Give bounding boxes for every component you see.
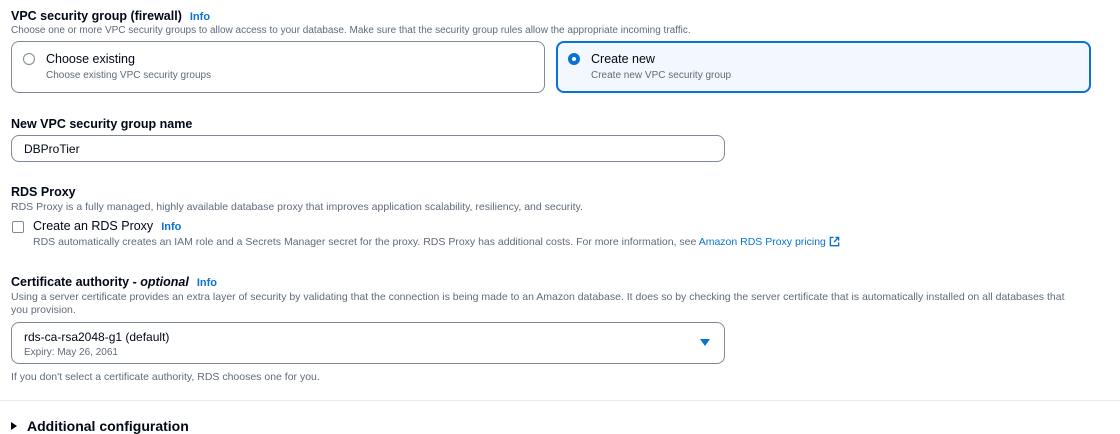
security-group-label: VPC security group (firewall) [11, 9, 182, 23]
rds-proxy-checkbox-label[interactable]: Create an RDS Proxy [33, 219, 153, 233]
section-divider [0, 400, 1120, 401]
external-link-icon[interactable] [829, 236, 840, 247]
security-group-info-link[interactable]: Info [190, 11, 210, 23]
security-group-header: VPC security group (firewall) Info [11, 7, 210, 25]
tile-create-new-title: Create new [591, 52, 655, 66]
new-sg-name-input[interactable] [11, 135, 725, 162]
new-sg-name-label: New VPC security group name [11, 117, 193, 131]
caret-right-icon [11, 422, 17, 430]
rds-proxy-info-link[interactable]: Info [161, 221, 181, 233]
rds-proxy-description: RDS Proxy is a fully managed, highly ava… [11, 201, 583, 213]
rds-proxy-checkbox-label-row: Create an RDS Proxy Info [33, 219, 181, 233]
tile-create-new-description: Create new VPC security group [591, 70, 732, 81]
tile-choose-existing-description: Choose existing VPC security groups [46, 70, 212, 81]
radio-create-new[interactable] [568, 53, 580, 65]
certificate-select[interactable]: rds-ca-rsa2048-g1 (default) Expiry: May … [11, 322, 725, 364]
certificate-label-separator: - [129, 275, 141, 289]
rds-proxy-checkbox-description: RDS automatically creates an IAM role an… [33, 236, 697, 248]
certificate-header: Certificate authority - optional Info [11, 273, 217, 291]
rds-proxy-checkbox-description-row: RDS automatically creates an IAM role an… [33, 236, 840, 248]
security-group-description: Choose one or more VPC security groups t… [11, 25, 691, 36]
tile-create-new[interactable]: Create new Create new VPC security group [556, 41, 1091, 93]
certificate-info-link[interactable]: Info [197, 277, 217, 289]
certificate-selected-expiry: Expiry: May 26, 2061 [24, 347, 118, 358]
certificate-constraint-text: If you don't select a certificate author… [11, 371, 320, 383]
certificate-optional-label: optional [140, 275, 189, 289]
tile-choose-existing-title: Choose existing [46, 52, 135, 66]
certificate-selected-value: rds-ca-rsa2048-g1 (default) [24, 330, 170, 344]
rds-proxy-checkbox[interactable] [12, 221, 24, 233]
caret-down-icon [700, 339, 710, 346]
certificate-description: Using a server certificate provides an e… [11, 291, 1065, 316]
radio-choose-existing[interactable] [23, 53, 35, 65]
rds-proxy-pricing-link[interactable]: Amazon RDS Proxy pricing [699, 236, 826, 248]
security-group-tiles: Choose existing Choose existing VPC secu… [11, 41, 1101, 95]
additional-configuration-label: Additional configuration [27, 418, 189, 434]
additional-configuration-toggle[interactable]: Additional configuration [11, 418, 189, 434]
certificate-label: Certificate authority [11, 275, 130, 289]
tile-choose-existing[interactable]: Choose existing Choose existing VPC secu… [11, 41, 545, 93]
rds-proxy-label: RDS Proxy [11, 185, 76, 199]
